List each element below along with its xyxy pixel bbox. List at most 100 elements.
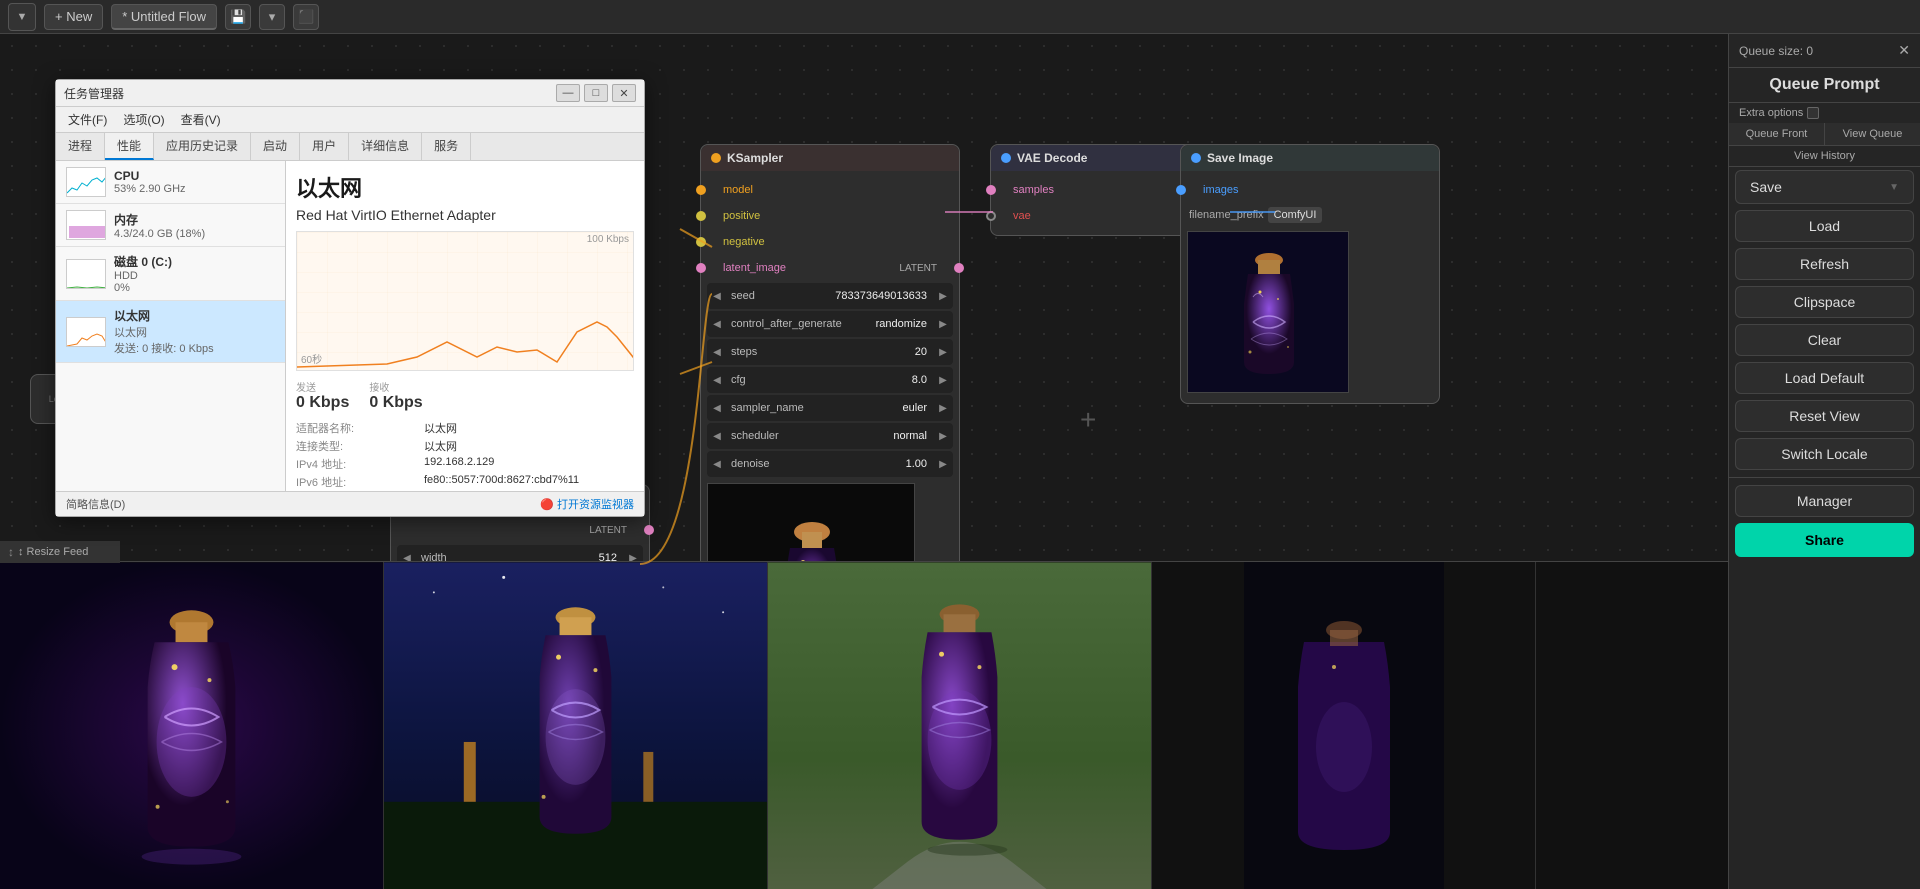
save-button[interactable]: Save ▼ bbox=[1735, 170, 1914, 204]
tab-app-history[interactable]: 应用历史记录 bbox=[154, 133, 251, 160]
cfg-left-arrow[interactable]: ◀ bbox=[707, 367, 727, 393]
ethernet-stats: 发送 0 Kbps 接收 0 Kbps bbox=[296, 379, 634, 412]
app-logo[interactable]: ▼ bbox=[8, 3, 36, 31]
cfg-widget[interactable]: ◀ cfg 8.0 ▶ bbox=[707, 367, 953, 393]
task-manager-body: CPU 53% 2.90 GHz 内存 4.3/24.0 GB (18%) bbox=[56, 161, 644, 491]
steps-left-arrow[interactable]: ◀ bbox=[707, 339, 727, 365]
steps-widget[interactable]: ◀ steps 20 ▶ bbox=[707, 339, 953, 365]
save-image-header: Save Image bbox=[1181, 145, 1439, 171]
ksampler-input-negative: negative bbox=[701, 229, 959, 255]
seed-left-arrow[interactable]: ◀ bbox=[707, 283, 727, 309]
menu-view[interactable]: 查看(V) bbox=[173, 109, 229, 130]
latent-image-port-in[interactable] bbox=[696, 263, 706, 273]
tab-users[interactable]: 用户 bbox=[300, 133, 349, 160]
task-manager-window: 任务管理器 — □ ✕ 文件(F) 选项(O) 查看(V) 进程 性能 应用历史… bbox=[55, 79, 645, 517]
denoise-right-arrow[interactable]: ▶ bbox=[933, 451, 953, 477]
latent-port-out[interactable] bbox=[954, 263, 964, 273]
ksampler-header: KSampler bbox=[701, 145, 959, 171]
samples-port-in[interactable] bbox=[986, 185, 996, 195]
share-button[interactable]: Share bbox=[1735, 523, 1914, 557]
adapter-details: 适配器名称:以太网 连接类型:以太网 IPv4 地址:192.168.2.129… bbox=[296, 420, 634, 490]
seed-widget[interactable]: ◀ seed 783373649013633 ▶ bbox=[707, 283, 953, 309]
steps-right-arrow[interactable]: ▶ bbox=[933, 339, 953, 365]
adapter-name: Red Hat VirtIO Ethernet Adapter bbox=[296, 207, 634, 223]
load-button[interactable]: Load bbox=[1735, 210, 1914, 242]
refresh-button[interactable]: Refresh bbox=[1735, 248, 1914, 280]
extra-options-row: Extra options bbox=[1729, 103, 1920, 123]
right-panel: Queue size: 0 ✕ Queue Prompt Extra optio… bbox=[1728, 34, 1920, 889]
menu-file[interactable]: 文件(F) bbox=[60, 109, 115, 130]
save-icon[interactable]: 💾 bbox=[225, 4, 251, 30]
model-port-in[interactable] bbox=[696, 185, 706, 195]
perf-memory[interactable]: 内存 4.3/24.0 GB (18%) bbox=[56, 204, 285, 247]
new-button[interactable]: + New bbox=[44, 4, 103, 30]
ksampler-input-latent: latent_image LATENT bbox=[701, 255, 959, 281]
ksampler-status-dot bbox=[711, 153, 721, 163]
clipspace-button[interactable]: Clipspace bbox=[1735, 286, 1914, 318]
tab-startup[interactable]: 启动 bbox=[251, 133, 300, 160]
seed-right-arrow[interactable]: ▶ bbox=[933, 283, 953, 309]
denoise-left-arrow[interactable]: ◀ bbox=[707, 451, 727, 477]
tab-details[interactable]: 详细信息 bbox=[349, 133, 422, 160]
vae-status-dot bbox=[1001, 153, 1011, 163]
extra-options-checkbox[interactable] bbox=[1807, 107, 1819, 119]
cpu-mini-chart bbox=[66, 167, 106, 197]
cag-right-arrow[interactable]: ▶ bbox=[933, 311, 953, 337]
brief-info-link[interactable]: 简略信息(D) bbox=[66, 496, 125, 512]
sampler-left-arrow[interactable]: ◀ bbox=[707, 395, 727, 421]
menu-options[interactable]: 选项(O) bbox=[115, 109, 172, 130]
manager-button[interactable]: Manager bbox=[1735, 485, 1914, 517]
reset-view-button[interactable]: Reset View bbox=[1735, 400, 1914, 432]
perf-disk[interactable]: 磁盘 0 (C:) HDD 0% bbox=[56, 247, 285, 301]
close-panel-button[interactable]: ✕ bbox=[1898, 42, 1910, 59]
images-port-in[interactable] bbox=[1176, 185, 1186, 195]
tab-processes[interactable]: 进程 bbox=[56, 133, 105, 160]
ksampler-input-model: model bbox=[701, 177, 959, 203]
view-history-button[interactable]: View History bbox=[1729, 146, 1920, 167]
chart-title: 以太网 bbox=[296, 171, 634, 203]
current-tab[interactable]: * Untitled Flow bbox=[111, 4, 217, 30]
maximize-button[interactable]: □ bbox=[584, 84, 608, 102]
scheduler-widget[interactable]: ◀ scheduler normal ▶ bbox=[707, 423, 953, 449]
switch-locale-button[interactable]: Switch Locale bbox=[1735, 438, 1914, 470]
resize-feed-label: ↕ Resize Feed bbox=[18, 546, 88, 558]
close-button[interactable]: ✕ bbox=[612, 84, 636, 102]
scheduler-right-arrow[interactable]: ▶ bbox=[933, 423, 953, 449]
perf-cpu[interactable]: CPU 53% 2.90 GHz bbox=[56, 161, 285, 204]
screenshot-icon[interactable]: ⬛ bbox=[293, 4, 319, 30]
control-after-generate-widget[interactable]: ◀ control_after_generate randomize ▶ bbox=[707, 311, 953, 337]
queue-front-button[interactable]: Queue Front bbox=[1729, 123, 1825, 145]
save-image-preview bbox=[1187, 231, 1349, 393]
perf-ethernet[interactable]: 以太网 以太网 发送: 0 接收: 0 Kbps bbox=[56, 301, 285, 363]
memory-mini-chart bbox=[66, 210, 106, 240]
view-queue-button[interactable]: View Queue bbox=[1825, 123, 1920, 145]
minimize-button[interactable]: — bbox=[556, 84, 580, 102]
denoise-widget[interactable]: ◀ denoise 1.00 ▶ bbox=[707, 451, 953, 477]
cfg-right-arrow[interactable]: ▶ bbox=[933, 367, 953, 393]
window-controls: — □ ✕ bbox=[556, 84, 636, 102]
canvas-area[interactable]: Lo... CONDITIONING CONDITIONING KSampler… bbox=[0, 34, 1920, 889]
sampler-right-arrow[interactable]: ▶ bbox=[933, 395, 953, 421]
clear-button[interactable]: Clear bbox=[1735, 324, 1914, 356]
queue-sub-buttons: Queue Front View Queue bbox=[1729, 123, 1920, 146]
dropdown-icon[interactable]: ▾ bbox=[259, 4, 285, 30]
latent-out-port[interactable] bbox=[644, 525, 654, 535]
open-resource-monitor-link[interactable]: 🔴 打开资源监视器 bbox=[540, 496, 634, 512]
bottom-image-2 bbox=[768, 562, 1152, 889]
positive-port-in[interactable] bbox=[696, 211, 706, 221]
save-input-images: images bbox=[1181, 177, 1439, 203]
ethernet-mini-chart bbox=[66, 317, 106, 347]
load-default-button[interactable]: Load Default bbox=[1735, 362, 1914, 394]
recv-stat: 接收 0 Kbps bbox=[369, 379, 422, 412]
save-arrow: ▼ bbox=[1889, 182, 1899, 193]
tab-services[interactable]: 服务 bbox=[422, 133, 471, 160]
negative-port-in[interactable] bbox=[696, 237, 706, 247]
bottom-image-strip bbox=[0, 561, 1728, 889]
vae-port-in[interactable] bbox=[986, 211, 996, 221]
cag-left-arrow[interactable]: ◀ bbox=[707, 311, 727, 337]
sampler-name-widget[interactable]: ◀ sampler_name euler ▶ bbox=[707, 395, 953, 421]
scheduler-left-arrow[interactable]: ◀ bbox=[707, 423, 727, 449]
queue-size-label: Queue size: 0 bbox=[1739, 44, 1813, 58]
resize-feed-bar[interactable]: ↕ ↕ Resize Feed bbox=[0, 541, 120, 563]
tab-performance[interactable]: 性能 bbox=[105, 133, 154, 160]
